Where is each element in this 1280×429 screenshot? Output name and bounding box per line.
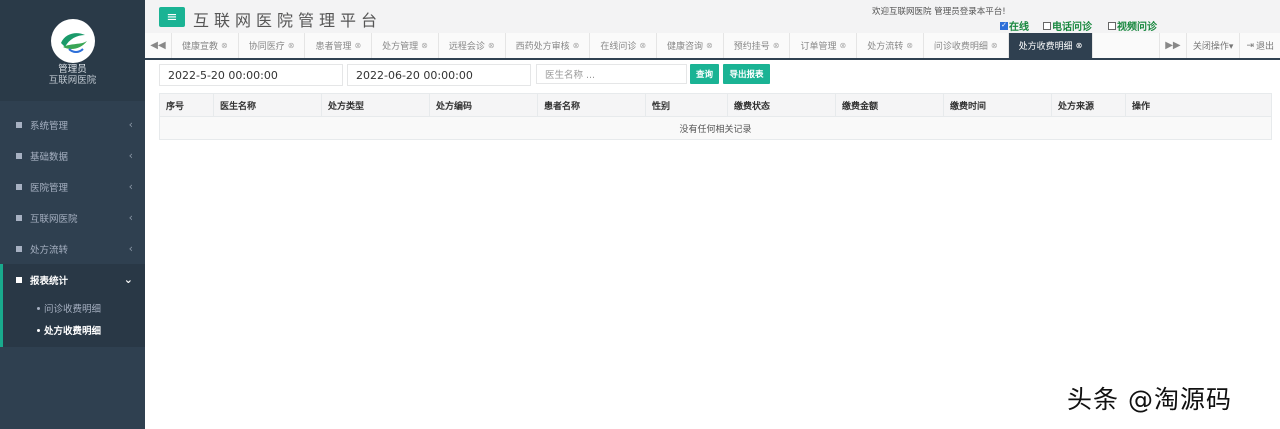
- start-date-input[interactable]: 2022-5-20 00:00:00: [159, 64, 343, 86]
- sidebar-group-reports: 报表统计 ⌄ 问诊收费明细 处方收费明细: [0, 264, 145, 347]
- tab-6[interactable]: 在线问诊 ⊗: [590, 33, 658, 58]
- sidebar-item-hospital[interactable]: 医院管理 ‹: [0, 171, 145, 202]
- table-empty-message: 没有任何相关记录: [160, 117, 1271, 139]
- close-tab-icon[interactable]: ⊗: [573, 41, 580, 50]
- close-tab-icon[interactable]: ⊗: [991, 41, 998, 50]
- hamburger-icon: ≡: [166, 9, 178, 25]
- profile-panel: 管理员 互联网医院: [0, 0, 145, 101]
- close-tab-icon[interactable]: ⊗: [773, 41, 780, 50]
- reports-subnav: 问诊收费明细 处方收费明细: [3, 295, 145, 347]
- bars-icon: [16, 121, 22, 128]
- square-icon: [16, 214, 22, 221]
- close-tab-icon[interactable]: ⊗: [706, 41, 713, 50]
- column-header[interactable]: 缴费金额: [836, 94, 944, 116]
- column-header[interactable]: 缴费时间: [944, 94, 1052, 116]
- chevron-left-icon: ‹: [128, 149, 133, 162]
- page-tabs: 健康宣教 ⊗ 协同医疗 ⊗ 患者管理 ⊗ 处方管理 ⊗ 远程会诊 ⊗ 西药处方审核 ⊗ 在线问诊 ⊗ 健康咨…: [172, 33, 1159, 58]
- status-online-checkbox[interactable]: ✓ 在线: [1000, 18, 1029, 33]
- checkbox-icon: [1043, 21, 1051, 30]
- double-left-icon: ◀◀: [150, 40, 166, 51]
- fee-table: 序号 医生名称 处方类型 处方编码 患者名称 性别 缴费状态 缴费金额 缴费时间 处方来源 操作 没…: [159, 93, 1272, 140]
- tab-11[interactable]: 问诊收费明细 ⊗: [924, 33, 1009, 58]
- close-tab-icon[interactable]: ⊗: [639, 41, 646, 50]
- query-button[interactable]: 查询: [690, 64, 719, 84]
- column-header[interactable]: 序号: [160, 94, 214, 116]
- chevron-left-icon: ‹: [128, 118, 133, 131]
- tab-9[interactable]: 订单管理 ⊗: [790, 33, 858, 58]
- doctor-name-input[interactable]: 医生名称 ...: [536, 64, 687, 84]
- column-header[interactable]: 性别: [646, 94, 728, 116]
- sidebar: 管理员 互联网医院 系统管理 ‹ 基础数据 ‹ 医院管理 ‹ 互联网医院 ‹ 处…: [0, 0, 145, 429]
- close-tab-icon[interactable]: ⊗: [839, 41, 846, 50]
- close-tab-icon[interactable]: ⊗: [488, 41, 495, 50]
- welcome-text: 欢迎互联网医院 管理员登录本平台!: [872, 7, 1006, 17]
- logout-icon: ⇥: [1246, 40, 1254, 51]
- close-tab-icon[interactable]: ⊗: [221, 41, 228, 50]
- status-phone-checkbox[interactable]: 电话问诊: [1043, 18, 1092, 33]
- sidebar-item-system[interactable]: 系统管理 ‹: [0, 109, 145, 140]
- profile-role: 管理员: [58, 64, 87, 75]
- square-icon: [16, 276, 22, 283]
- hamburger-menu-button[interactable]: ≡: [159, 7, 185, 27]
- chevron-left-icon: ‹: [128, 211, 133, 224]
- close-tab-icon[interactable]: ⊗: [354, 41, 361, 50]
- table-header: 序号 医生名称 处方类型 处方编码 患者名称 性别 缴费状态 缴费金额 缴费时间 处方来源 操作: [160, 94, 1271, 117]
- status-video-checkbox[interactable]: 视频问诊: [1108, 18, 1157, 33]
- column-header[interactable]: 医生名称: [214, 94, 322, 116]
- column-header[interactable]: 操作: [1126, 94, 1233, 116]
- square-icon: [16, 245, 22, 252]
- checkbox-icon: [1108, 21, 1116, 30]
- sidebar-subitem-prescription-fee[interactable]: 处方收费明细: [3, 319, 145, 341]
- tab-7[interactable]: 健康咨询 ⊗: [657, 33, 724, 58]
- end-date-input[interactable]: 2022-06-20 00:00:00: [347, 64, 531, 86]
- square-icon: [16, 152, 22, 159]
- column-header[interactable]: 处方类型: [322, 94, 430, 116]
- tab-10[interactable]: 处方流转 ⊗: [857, 33, 924, 58]
- sidebar-item-internet-hospital[interactable]: 互联网医院 ‹: [0, 202, 145, 233]
- tab-3[interactable]: 处方管理 ⊗: [372, 33, 439, 58]
- chevron-down-icon: ⌄: [123, 273, 133, 286]
- profile-org: 互联网医院: [48, 75, 97, 86]
- checkbox-checked-icon: ✓: [1000, 21, 1008, 30]
- top-header: ≡ 互联网医院管理平台 欢迎互联网医院 管理员登录本平台! ✓ 在线 电话问诊 …: [145, 0, 1280, 33]
- bullet-icon: [37, 306, 40, 310]
- tab-0[interactable]: 健康宣教 ⊗: [172, 33, 239, 58]
- close-tab-icon[interactable]: ⊗: [1076, 41, 1083, 50]
- status-options: ✓ 在线 电话问诊 视频问诊: [1000, 18, 1157, 33]
- tab-8[interactable]: 预约挂号 ⊗: [724, 33, 791, 58]
- app-title: 互联网医院管理平台: [193, 11, 383, 30]
- sidebar-subitem-consult-fee[interactable]: 问诊收费明细: [3, 297, 145, 319]
- chevron-left-icon: ‹: [128, 242, 133, 255]
- close-tab-icon[interactable]: ⊗: [288, 41, 295, 50]
- square-icon: [16, 183, 22, 190]
- tab-12[interactable]: 处方收费明细 ⊗: [1008, 33, 1094, 58]
- logout-button[interactable]: ⇥ 退出: [1239, 33, 1280, 58]
- tabs-scroll-left-button[interactable]: ◀◀: [145, 33, 172, 58]
- sidebar-item-reports[interactable]: 报表统计 ⌄: [3, 264, 145, 295]
- chevron-left-icon: ‹: [128, 180, 133, 193]
- tab-4[interactable]: 远程会诊 ⊗: [439, 33, 506, 58]
- tabs-bar: ◀◀ 健康宣教 ⊗ 协同医疗 ⊗ 患者管理 ⊗ 处方管理 ⊗ 远程会诊 ⊗ 西药处方审核 ⊗ 在线问诊 ⊗…: [145, 33, 1280, 60]
- export-report-button[interactable]: 导出报表: [723, 64, 770, 84]
- tab-5[interactable]: 西药处方审核 ⊗: [506, 33, 591, 58]
- close-tab-icon[interactable]: ⊗: [421, 41, 428, 50]
- column-header[interactable]: 缴费状态: [728, 94, 836, 116]
- leaf-logo-icon: [50, 19, 95, 63]
- close-operations-dropdown[interactable]: 关闭操作▾: [1185, 33, 1240, 58]
- sidebar-nav: 系统管理 ‹ 基础数据 ‹ 医院管理 ‹ 互联网医院 ‹ 处方流转 ‹ 报表统计…: [0, 109, 145, 347]
- tab-1[interactable]: 协同医疗 ⊗: [239, 33, 306, 58]
- bullet-icon: [37, 328, 40, 332]
- tabs-scroll-right-button[interactable]: ▶▶: [1158, 33, 1186, 58]
- watermark: 头条 @淘源码: [1067, 385, 1232, 414]
- sidebar-item-prescription-flow[interactable]: 处方流转 ‹: [0, 233, 145, 264]
- tab-2[interactable]: 患者管理 ⊗: [305, 33, 373, 58]
- close-tab-icon[interactable]: ⊗: [906, 41, 913, 50]
- column-header[interactable]: 处方编码: [430, 94, 538, 116]
- double-right-icon: ▶▶: [1165, 40, 1181, 51]
- column-header[interactable]: 患者名称: [538, 94, 646, 116]
- column-header[interactable]: 处方来源: [1052, 94, 1126, 116]
- sidebar-item-basedata[interactable]: 基础数据 ‹: [0, 140, 145, 171]
